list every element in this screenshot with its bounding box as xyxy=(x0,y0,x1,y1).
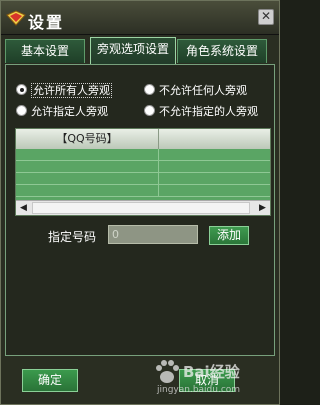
watermark-url: jingyan.baidu.com xyxy=(157,385,241,395)
qq-number-list[interactable]: 【QQ号码】 ◀ ▶ xyxy=(15,128,271,216)
tab-role-system-settings[interactable]: 角色系统设置 xyxy=(177,39,267,63)
list-cell xyxy=(159,185,270,196)
option-disallow-specified-label: 不允许指定的人旁观 xyxy=(159,105,258,118)
option-disallow-specified[interactable]: 不允许指定的人旁观 xyxy=(144,103,258,119)
option-allow-all[interactable]: 允许所有人旁观 xyxy=(16,82,112,98)
radio-allow-all[interactable] xyxy=(16,84,27,95)
column-header-empty[interactable] xyxy=(159,129,270,149)
option-disallow-all-label: 不允许任何人旁观 xyxy=(159,84,247,97)
settings-window: 设置 ✕ 基本设置 旁观选项设置 角色系统设置 允许所有人旁观 不允许任何人旁观… xyxy=(0,0,280,405)
list-cell xyxy=(16,149,159,160)
option-allow-all-label: 允许所有人旁观 xyxy=(31,83,112,98)
specified-number-label: 指定号码 xyxy=(48,230,97,244)
tab-basic-settings[interactable]: 基本设置 xyxy=(5,39,85,63)
radio-disallow-all[interactable] xyxy=(144,84,155,95)
list-header: 【QQ号码】 xyxy=(16,129,270,149)
list-cell xyxy=(159,173,270,184)
close-icon: ✕ xyxy=(260,9,272,23)
specified-number-input[interactable]: 0 xyxy=(108,225,198,244)
option-allow-specified[interactable]: 允许指定人旁观 xyxy=(16,103,108,119)
list-row[interactable] xyxy=(16,173,270,185)
add-button[interactable]: 添加 xyxy=(209,226,249,245)
list-cell xyxy=(16,161,159,172)
horizontal-scrollbar[interactable]: ◀ ▶ xyxy=(16,200,270,215)
list-cell xyxy=(16,185,159,196)
radio-allow-specified[interactable] xyxy=(16,105,27,116)
option-allow-specified-label: 允许指定人旁观 xyxy=(31,105,108,118)
list-row[interactable] xyxy=(16,161,270,173)
scrollbar-thumb[interactable] xyxy=(32,202,250,214)
list-row[interactable] xyxy=(16,149,270,161)
option-disallow-all[interactable]: 不允许任何人旁观 xyxy=(144,82,247,98)
list-cell xyxy=(16,173,159,184)
column-header-qq-number[interactable]: 【QQ号码】 xyxy=(16,129,159,149)
radio-disallow-specified[interactable] xyxy=(144,105,155,116)
watermark-text: Bai经验 xyxy=(183,363,240,381)
close-button[interactable]: ✕ xyxy=(258,9,274,25)
ok-button[interactable]: 确定 xyxy=(22,369,78,392)
list-cell xyxy=(159,161,270,172)
scroll-left-icon[interactable]: ◀ xyxy=(16,201,31,215)
list-cell xyxy=(159,149,270,160)
tab-spectate-options[interactable]: 旁观选项设置 xyxy=(90,37,176,64)
scroll-right-icon[interactable]: ▶ xyxy=(255,201,270,215)
window-title: 设置 xyxy=(28,13,65,32)
list-row[interactable] xyxy=(16,185,270,197)
paw-icon xyxy=(156,360,179,383)
title-bar[interactable]: 设置 ✕ xyxy=(1,1,279,35)
tab-bar: 基本设置 旁观选项设置 角色系统设置 xyxy=(1,37,279,64)
app-icon xyxy=(6,10,26,26)
baidu-jingyan-watermark: Bai经验 jingyan.baidu.com xyxy=(151,357,276,402)
spectate-options-panel: 允许所有人旁观 不允许任何人旁观 允许指定人旁观 不允许指定的人旁观 【QQ号码… xyxy=(5,64,275,356)
